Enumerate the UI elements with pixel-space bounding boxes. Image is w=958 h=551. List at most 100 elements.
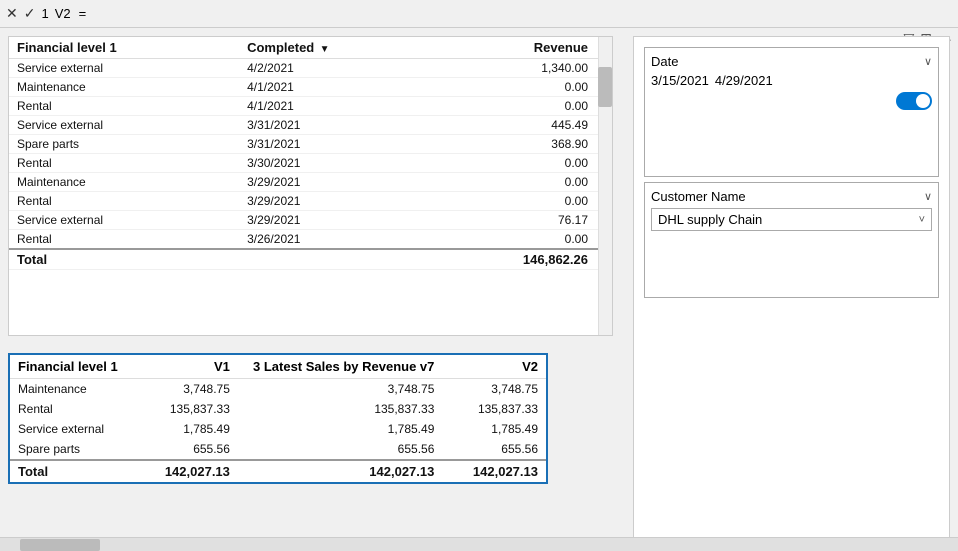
date-inputs: 3/15/2021 4/29/2021 [651,73,932,88]
date-to[interactable]: 4/29/2021 [715,73,773,88]
date-toggle-container [651,92,932,110]
table-row: Rental 3/26/2021 0.00 [9,230,612,250]
revenue-cell: 445.49 [435,116,596,135]
customer-dropdown-chevron: ˅ [919,214,925,226]
formula-bar: 1 V2 = [41,6,86,21]
bt-v2-cell: 655.56 [442,439,546,460]
bt-col4-header[interactable]: V2 [442,355,546,379]
toggle-knob [916,94,930,108]
equals-label: = [79,6,87,21]
sort-icon: ▼ [320,44,330,55]
level-cell: Rental [9,154,239,173]
table-row: Service external 3/31/2021 445.49 [9,116,612,135]
col-header-revenue[interactable]: Revenue [435,37,596,59]
left-panel: Financial level 1 Completed ▼ Revenue [0,28,625,551]
customer-dropdown[interactable]: DHL supply Chain ˅ [651,208,932,231]
toolbar: ✕ ✓ 1 V2 = [0,0,958,28]
customer-chevron-icon[interactable]: ∨ [924,190,932,203]
level-cell: Service external [9,116,239,135]
bt-v1-cell: 655.56 [134,439,238,460]
bt-level-cell: Rental [10,399,134,419]
bottom-table-container: Financial level 1 V1 3 Latest Sales by R… [8,353,548,484]
revenue-cell: 0.00 [435,97,596,116]
filter-panel: Date ∨ 3/15/2021 4/29/2021 [633,36,950,543]
v2-label: V2 [55,6,71,21]
table-row: Maintenance 3,748.75 3,748.75 3,748.75 [10,379,546,400]
scroll-track[interactable] [598,37,612,335]
cell-ref: 1 [41,6,48,21]
close-icon[interactable]: ✕ [6,5,18,22]
h-scroll-thumb[interactable] [20,539,100,551]
bt-total-v1: 142,027.13 [134,460,238,482]
table-row: Service external 3/29/2021 76.17 [9,211,612,230]
total-label: Total [9,249,435,270]
customer-selected-value: DHL supply Chain [658,212,762,227]
total-row: Total 146,862.26 [9,249,612,270]
completed-cell: 3/29/2021 [239,173,435,192]
revenue-cell: 368.90 [435,135,596,154]
customer-empty-area [651,231,932,291]
revenue-cell: 0.00 [435,230,596,250]
revenue-cell: 0.00 [435,78,596,97]
level-cell: Maintenance [9,173,239,192]
revenue-cell: 0.00 [435,192,596,211]
customer-filter: Customer Name ∨ DHL supply Chain ˅ [644,182,939,298]
level-cell: Service external [9,59,239,78]
bt-col1-header[interactable]: Financial level 1 [10,355,134,379]
bt-total-mid: 142,027.13 [238,460,442,482]
bt-mid-cell: 3,748.75 [238,379,442,400]
level-cell: Service external [9,211,239,230]
col-header-completed[interactable]: Completed ▼ [239,37,435,59]
bt-col2-header[interactable]: V1 [134,355,238,379]
table-row: Service external 1,785.49 1,785.49 1,785… [10,419,546,439]
completed-cell: 3/29/2021 [239,192,435,211]
bt-col3-header[interactable]: 3 Latest Sales by Revenue v7 [238,355,442,379]
main-container: ✕ ✓ 1 V2 = Financial level 1 [0,0,958,551]
top-table: Financial level 1 Completed ▼ Revenue [9,37,612,270]
bt-level-cell: Maintenance [10,379,134,400]
date-chevron-icon[interactable]: ∨ [924,55,932,68]
revenue-cell: 0.00 [435,154,596,173]
completed-cell: 3/31/2021 [239,135,435,154]
level-cell: Rental [9,97,239,116]
table-row: Maintenance 4/1/2021 0.00 [9,78,612,97]
bt-level-cell: Spare parts [10,439,134,460]
revenue-cell: 1,340.00 [435,59,596,78]
bt-mid-cell: 655.56 [238,439,442,460]
total-value: 146,862.26 [435,249,596,270]
completed-cell: 3/30/2021 [239,154,435,173]
bt-mid-cell: 1,785.49 [238,419,442,439]
bt-v1-cell: 135,837.33 [134,399,238,419]
date-from[interactable]: 3/15/2021 [651,73,709,88]
scroll-thumb[interactable] [598,67,612,107]
bottom-table: Financial level 1 V1 3 Latest Sales by R… [10,355,546,482]
date-toggle[interactable] [896,92,932,110]
table-row: Spare parts 3/31/2021 368.90 [9,135,612,154]
col-header-level[interactable]: Financial level 1 [9,37,239,59]
completed-cell: 4/2/2021 [239,59,435,78]
customer-filter-label: Customer Name ∨ [651,189,932,204]
bt-v1-cell: 1,785.49 [134,419,238,439]
revenue-cell: 76.17 [435,211,596,230]
content-area: Financial level 1 Completed ▼ Revenue [0,28,958,551]
bt-total-v2: 142,027.13 [442,460,546,482]
completed-cell: 3/31/2021 [239,116,435,135]
date-empty-area [651,110,932,170]
horizontal-scrollbar[interactable] [0,537,958,551]
bt-v2-cell: 3,748.75 [442,379,546,400]
right-panel: ▽ ⊞ ··· Date ∨ 3/15/2021 4/29/2021 [625,28,958,551]
table-row: Service external 4/2/2021 1,340.00 [9,59,612,78]
completed-cell: 4/1/2021 [239,78,435,97]
level-cell: Rental [9,192,239,211]
top-table-container: Financial level 1 Completed ▼ Revenue [8,36,613,336]
table-row: Rental 4/1/2021 0.00 [9,97,612,116]
bt-total-row: Total 142,027.13 142,027.13 142,027.13 [10,460,546,482]
table-row: Rental 135,837.33 135,837.33 135,837.33 [10,399,546,419]
bt-mid-cell: 135,837.33 [238,399,442,419]
check-icon[interactable]: ✓ [24,5,36,22]
bt-level-cell: Service external [10,419,134,439]
bottom-table-header-row: Financial level 1 V1 3 Latest Sales by R… [10,355,546,379]
table-row: Spare parts 655.56 655.56 655.56 [10,439,546,460]
table-row: Rental 3/29/2021 0.00 [9,192,612,211]
table-row: Maintenance 3/29/2021 0.00 [9,173,612,192]
